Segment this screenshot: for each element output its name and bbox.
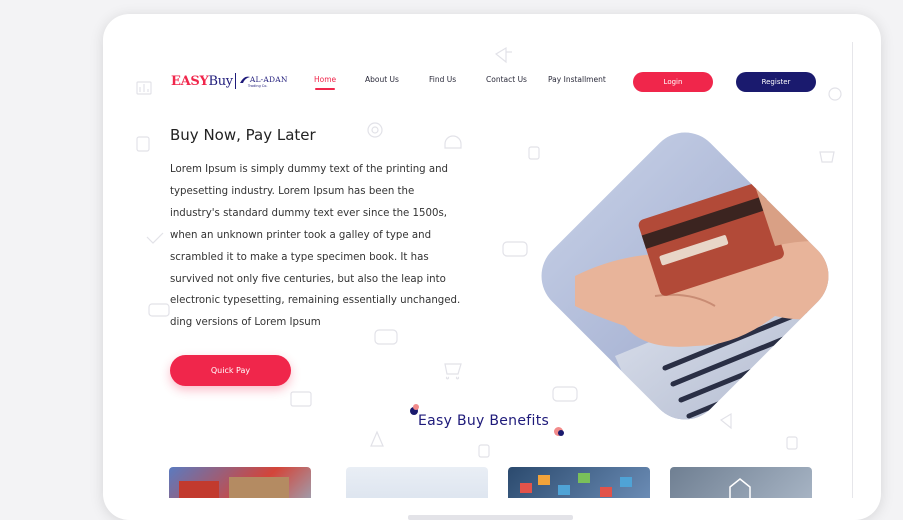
bg-pin-icon <box>370 430 384 447</box>
benefit-card-3-image <box>520 473 632 497</box>
hero-line: survived not only five centuries, but al… <box>170 273 446 285</box>
bg-bag-icon <box>136 136 150 152</box>
scroll-handle[interactable] <box>408 515 573 520</box>
bg-coin-icon <box>367 122 383 138</box>
logo-easy-text: EASY <box>171 73 209 89</box>
nav-active-indicator <box>315 88 335 90</box>
benefit-card-3[interactable] <box>508 467 650 498</box>
logo-buy-text: Buy <box>208 73 233 89</box>
nav-find-us[interactable]: Find Us <box>429 75 456 84</box>
benefit-card-1[interactable] <box>169 467 311 498</box>
nav-about-us[interactable]: About Us <box>365 75 399 84</box>
quick-pay-button[interactable]: Quick Pay <box>170 355 291 386</box>
hero-line: electronic typesetting, remaining essent… <box>170 295 461 307</box>
login-button[interactable]: Login <box>633 72 713 92</box>
benefit-card-4-image <box>729 478 751 498</box>
nav-home[interactable]: Home <box>314 75 336 84</box>
bg-chart-icon <box>136 81 152 95</box>
bg-chat2-icon <box>148 303 170 317</box>
bg-wallet3-icon <box>478 444 490 458</box>
benefits-title: Easy Buy Benefits <box>418 413 550 429</box>
hero-line: when an unknown printer took a galley of… <box>170 229 432 241</box>
hero-line: scrambled it to make a type specimen boo… <box>170 251 429 263</box>
hero-line: typesetting industry. Lorem Ipsum has be… <box>170 185 415 197</box>
browser-frame: EASY Buy AL-ADAN Trading Co. Home About … <box>103 14 881 520</box>
nav-contact-us[interactable]: Contact Us <box>486 75 527 84</box>
hero-line: industry's standard dummy text ever sinc… <box>170 207 448 219</box>
benefits-dot-coral <box>413 404 419 410</box>
bg-megaphone-icon <box>494 46 512 64</box>
hero-line: ding versions of Lorem Ipsum <box>170 317 321 329</box>
logo-divider <box>234 73 236 89</box>
partner-subtitle: Trading Co. <box>247 83 268 88</box>
webpage: EASY Buy AL-ADAN Trading Co. Home About … <box>125 42 853 498</box>
partner-name: AL-ADAN <box>249 74 288 84</box>
bg-monitor-icon <box>290 391 312 407</box>
bg-cart-icon <box>444 363 462 380</box>
hero-title: Buy Now, Pay Later <box>170 126 316 144</box>
benefit-card-1-image <box>179 477 289 498</box>
benefits-dot-navy-2 <box>558 430 564 436</box>
brand-logo[interactable]: EASY Buy AL-ADAN Trading Co. <box>171 70 288 92</box>
hero-image <box>526 117 844 435</box>
nav-pay-installment[interactable]: Pay Installment <box>548 75 606 84</box>
benefit-card-2[interactable] <box>346 467 488 498</box>
bg-check-icon <box>146 232 164 244</box>
hero-paragraph: Lorem Ipsum is simply dummy text of the … <box>170 159 510 334</box>
bg-target-icon <box>828 87 842 101</box>
benefit-card-4[interactable] <box>670 467 812 498</box>
hero-line: Lorem Ipsum is simply dummy text of the … <box>170 164 449 175</box>
register-button[interactable]: Register <box>736 72 816 92</box>
partner-emblem-icon <box>239 76 250 83</box>
bg-headset-icon <box>444 135 462 149</box>
bg-bars-icon <box>139 84 149 92</box>
partner-logo: AL-ADAN Trading Co. <box>239 74 288 88</box>
